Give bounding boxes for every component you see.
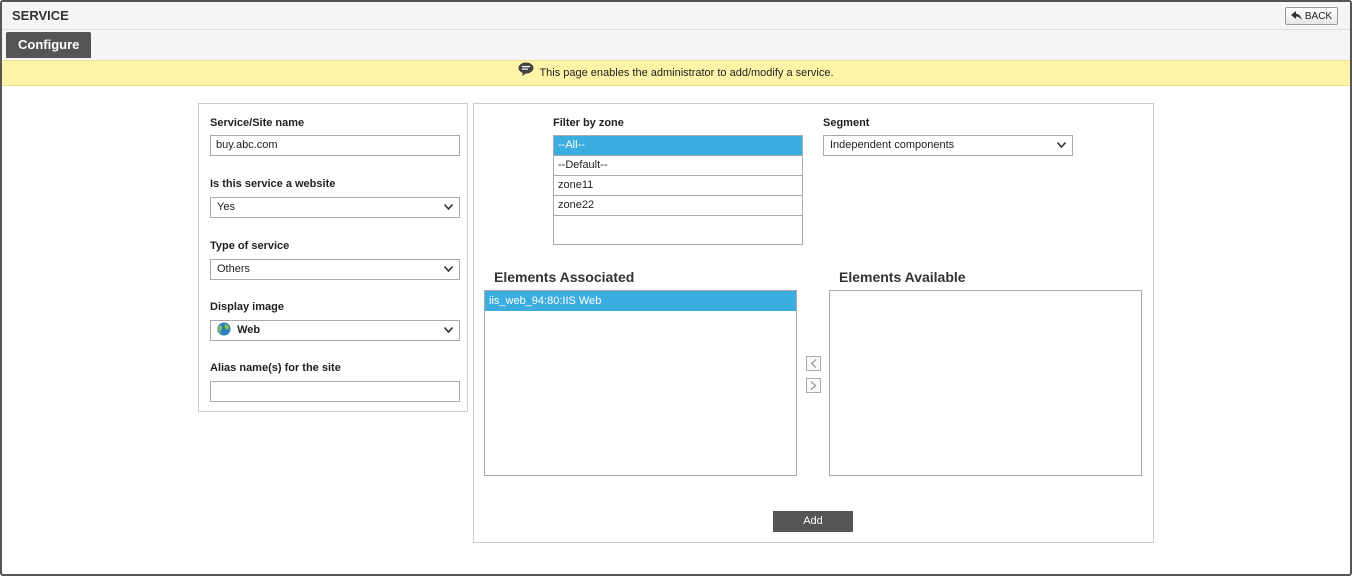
- is-website-select[interactable]: Yes: [210, 197, 460, 218]
- move-left-button[interactable]: [806, 356, 821, 371]
- elements-associated-list[interactable]: iis_web_94:80:IIS Web: [484, 290, 797, 476]
- chevron-down-icon: [444, 327, 453, 333]
- zone-option[interactable]: zone11: [554, 176, 802, 196]
- elements-associated-title: Elements Associated: [494, 269, 635, 285]
- service-name-input[interactable]: buy.abc.com: [210, 135, 460, 156]
- display-image-label: Display image: [210, 301, 284, 313]
- service-type-value: Others: [217, 263, 251, 275]
- chevron-down-icon: [1057, 142, 1066, 148]
- chevron-right-icon: [810, 381, 817, 390]
- move-right-button[interactable]: [806, 378, 821, 393]
- display-image-select[interactable]: Web: [210, 320, 460, 341]
- alias-input[interactable]: [210, 381, 460, 402]
- is-website-label: Is this service a website: [210, 178, 336, 190]
- elements-available-list[interactable]: [829, 290, 1142, 476]
- segment-select[interactable]: Independent components: [823, 135, 1073, 156]
- zone-option[interactable]: --Default--: [554, 156, 802, 176]
- info-banner: This page enables the administrator to a…: [2, 60, 1350, 86]
- chevron-down-icon: [444, 266, 453, 272]
- elements-panel: Filter by zone --All-- --Default-- zone1…: [473, 103, 1154, 543]
- info-message: This page enables the administrator to a…: [539, 67, 834, 79]
- service-type-select[interactable]: Others: [210, 259, 460, 280]
- tab-configure[interactable]: Configure: [6, 32, 92, 58]
- zone-option[interactable]: --All--: [554, 136, 802, 156]
- back-label: BACK: [1304, 10, 1333, 22]
- service-type-label: Type of service: [210, 240, 290, 252]
- is-website-value: Yes: [217, 201, 235, 213]
- add-button[interactable]: Add: [773, 511, 853, 532]
- list-item[interactable]: iis_web_94:80:IIS Web: [485, 291, 796, 312]
- alias-label: Alias name(s) for the site: [210, 362, 341, 374]
- globe-icon: [217, 322, 231, 336]
- elements-available-title: Elements Available: [839, 269, 966, 285]
- speech-bubble-icon: [518, 62, 534, 76]
- app-window: SERVICE BACK Configure This page enables…: [0, 0, 1352, 576]
- zone-listbox[interactable]: --All-- --Default-- zone11 zone22: [553, 135, 803, 245]
- chevron-left-icon: [810, 359, 817, 368]
- tab-bar: Configure: [2, 30, 1350, 60]
- back-arrow-icon: [1290, 11, 1302, 21]
- back-button[interactable]: BACK: [1285, 7, 1338, 25]
- zone-option[interactable]: zone22: [554, 196, 802, 216]
- segment-value: Independent components: [830, 139, 955, 151]
- title-bar: SERVICE BACK: [2, 2, 1350, 30]
- filter-zone-label: Filter by zone: [553, 117, 624, 129]
- chevron-down-icon: [444, 204, 453, 210]
- display-image-value: Web: [237, 324, 261, 336]
- service-form-panel: Service/Site name buy.abc.com Is this se…: [198, 103, 468, 412]
- service-name-label: Service/Site name: [210, 117, 305, 129]
- page-title: SERVICE: [12, 8, 69, 23]
- segment-label: Segment: [823, 117, 870, 129]
